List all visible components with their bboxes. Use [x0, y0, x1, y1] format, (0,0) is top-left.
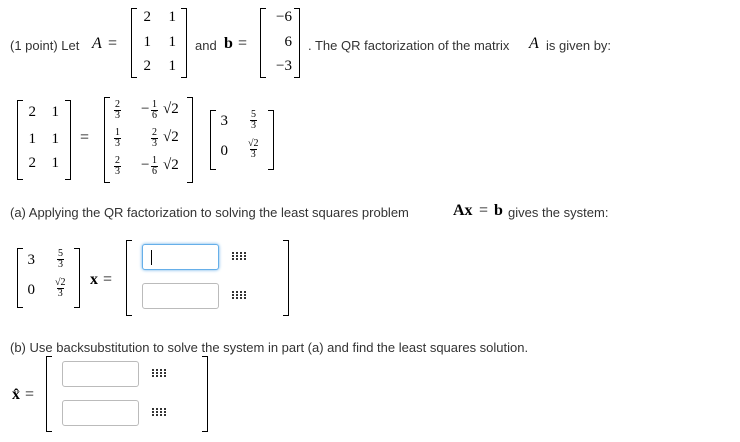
q-sign: −: [141, 157, 150, 173]
bracket-right: [187, 97, 193, 183]
matrix-cell: 1: [168, 58, 177, 74]
answer-input-a2[interactable]: [142, 283, 219, 309]
matrix-cell: 2: [28, 155, 37, 171]
q-radical: √2: [163, 101, 179, 117]
matrix-grid-icon[interactable]: [231, 290, 247, 303]
bracket-right: [268, 110, 274, 170]
r-cell: 3: [220, 113, 229, 129]
equals-sign: =: [108, 35, 118, 52]
q-cell: 23: [151, 127, 158, 149]
part-a-label: (a) Applying the QR factorization to sol…: [10, 205, 409, 220]
matrix-cell: 2: [28, 104, 37, 120]
var-A: A: [92, 35, 102, 52]
r-cell: 0: [220, 143, 229, 159]
bracket-right: [74, 248, 80, 308]
matrix-grid-icon[interactable]: [231, 251, 247, 264]
bracket-left: [260, 8, 266, 78]
q-cell: 23: [114, 99, 121, 121]
var-b: b: [224, 35, 233, 52]
problem-points: (1 point) Let: [10, 38, 80, 53]
var-xhat: x̂: [12, 386, 20, 403]
q-cell: 23: [114, 155, 121, 177]
r-cell: 53: [250, 109, 257, 131]
answer-input-b2[interactable]: [62, 400, 139, 426]
bracket-left: [126, 240, 132, 316]
matrix-cell: 1: [51, 155, 60, 171]
problem-description: . The QR factorization of the matrix: [308, 38, 510, 53]
problem-given: is given by:: [546, 38, 612, 53]
equals-sign: =: [25, 386, 35, 403]
part-a-b: b: [494, 202, 503, 219]
matrix-cell: 1: [51, 104, 60, 120]
bracket-right: [65, 100, 71, 180]
vector-cell: −6: [276, 9, 292, 25]
matrix-grid-icon[interactable]: [151, 368, 167, 381]
equals-sign: =: [80, 129, 90, 146]
vector-cell: 6: [284, 34, 293, 50]
matrix-cell: 2: [143, 9, 152, 25]
q-cell: 13: [114, 127, 121, 149]
equals-sign: =: [103, 271, 113, 288]
equals-sign: =: [479, 202, 489, 219]
matrix-cell: 1: [168, 9, 177, 25]
bracket-right: [294, 8, 300, 78]
q-radical: √2: [163, 129, 179, 145]
matrix-cell: 1: [51, 131, 60, 147]
bracket-left: [104, 97, 110, 183]
part-a-ax: Ax: [453, 202, 473, 219]
r-cell: 0: [27, 282, 36, 298]
part-b-label: (b) Use backsubstitution to solve the sy…: [10, 340, 529, 355]
q-sign: −: [141, 101, 150, 117]
matrix-cell: 1: [168, 34, 177, 50]
q-cell: 16: [151, 99, 158, 121]
r-cell: √2 3: [55, 277, 66, 299]
var-A: A: [529, 35, 539, 52]
bracket-left: [46, 356, 52, 432]
r-cell: √2 3: [248, 138, 259, 160]
vector-cell: −3: [276, 58, 292, 74]
bracket-right: [202, 356, 208, 432]
matrix-grid-icon[interactable]: [151, 407, 167, 420]
bracket-right: [181, 8, 187, 78]
r-cell: 3: [27, 252, 36, 268]
r-cell: 53: [57, 248, 64, 270]
matrix-cell: 2: [143, 58, 152, 74]
bracket-right: [283, 240, 289, 316]
equals-sign: =: [238, 35, 248, 52]
part-a-suffix: gives the system:: [508, 205, 609, 220]
var-x: x: [90, 271, 98, 288]
matrix-cell: 1: [28, 131, 37, 147]
answer-input-b1[interactable]: [62, 361, 139, 387]
and-text: and: [195, 38, 217, 53]
q-radical: √2: [163, 157, 179, 173]
q-cell: 16: [151, 155, 158, 177]
answer-input-a1[interactable]: [142, 244, 219, 270]
matrix-cell: 1: [143, 34, 152, 50]
